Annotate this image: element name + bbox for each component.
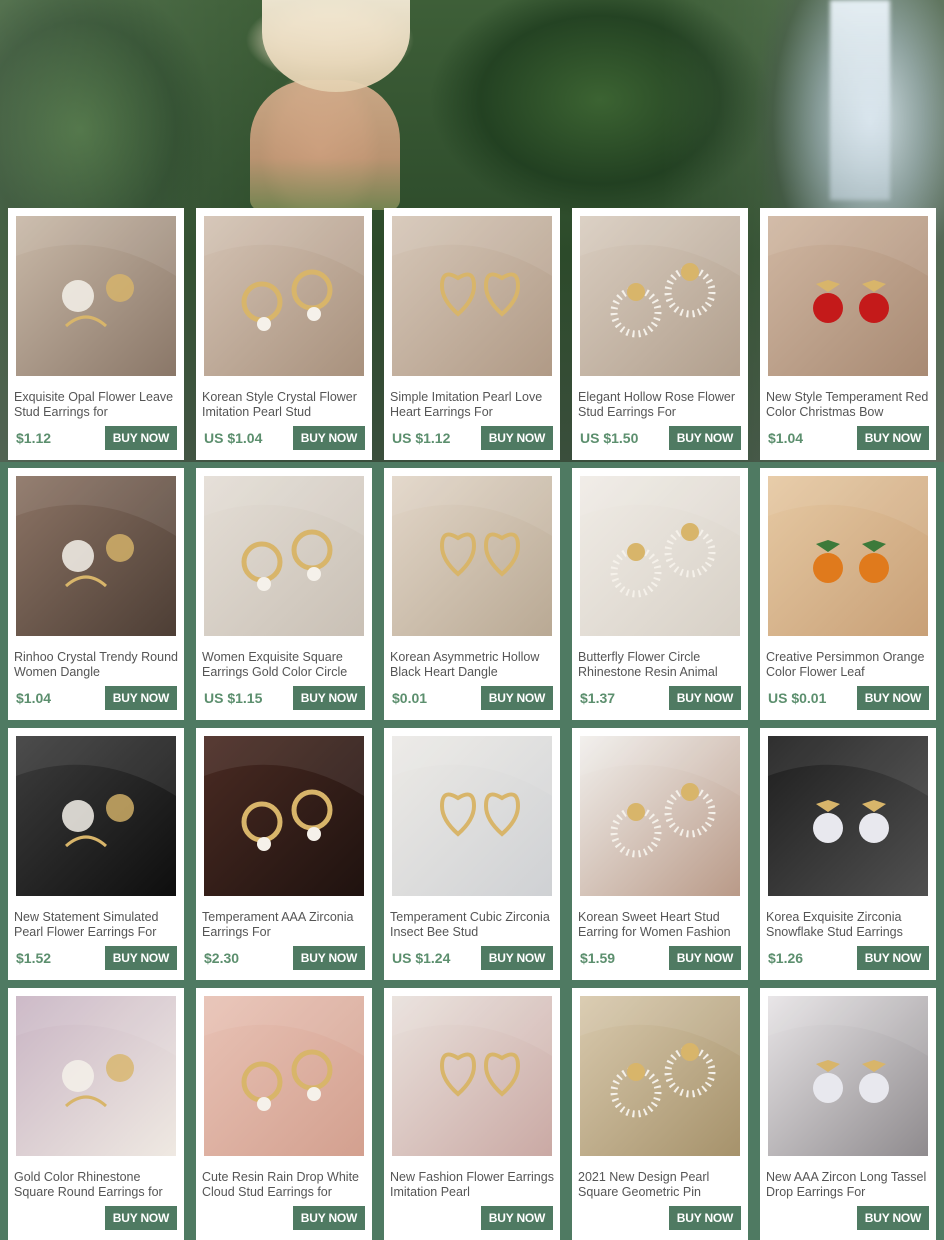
product-price: US $1.12 — [392, 430, 451, 446]
butterfly-flower-earring-photo[interactable] — [580, 476, 740, 636]
product-price: $1.52 — [16, 950, 52, 966]
buy-now-button[interactable]: BUY NOW — [105, 686, 177, 710]
crystal-flower-pearl-earring-photo[interactable] — [204, 216, 364, 376]
product-grid: Exquisite Opal Flower Leave Stud Earring… — [8, 208, 936, 1240]
zirconia-swirl-earring-photo[interactable] — [204, 736, 364, 896]
buy-now-button[interactable]: BUY NOW — [293, 946, 365, 970]
buy-now-button[interactable]: BUY NOW — [293, 1206, 365, 1230]
product-card[interactable]: Women Exquisite Square Earrings Gold Col… — [196, 468, 372, 720]
product-price: US $1.15 — [204, 690, 263, 706]
product-card[interactable]: Korean Style Crystal Flower Imitation Pe… — [196, 208, 372, 460]
buy-now-button[interactable]: BUY NOW — [857, 426, 929, 450]
product-card[interactable]: New AAA Zircon Long Tassel Drop Earrings… — [760, 988, 936, 1240]
buy-now-button[interactable]: BUY NOW — [293, 426, 365, 450]
product-title[interactable]: Temperament Cubic Zirconia Insect Bee St… — [390, 910, 558, 940]
product-title[interactable]: Elegant Hollow Rose Flower Stud Earrings… — [578, 390, 746, 420]
product-card[interactable]: Korean Sweet Heart Stud Earring for Wome… — [572, 728, 748, 980]
product-card[interactable]: New Fashion Flower Earrings Imitation Pe… — [384, 988, 560, 1240]
product-price: $2.30 — [204, 950, 240, 966]
product-title[interactable]: Simple Imitation Pearl Love Heart Earrin… — [390, 390, 558, 420]
black-heart-dangle-photo[interactable] — [392, 476, 552, 636]
product-card[interactable]: Elegant Hollow Rose Flower Stud Earrings… — [572, 208, 748, 460]
product-price: US $0.01 — [768, 690, 827, 706]
product-title[interactable]: New Statement Simulated Pearl Flower Ear… — [14, 910, 182, 940]
product-title[interactable]: New AAA Zircon Long Tassel Drop Earrings… — [766, 1170, 934, 1200]
product-price: $1.59 — [580, 950, 616, 966]
product-title[interactable]: Korean Sweet Heart Stud Earring for Wome… — [578, 910, 746, 940]
product-price: $1.04 — [768, 430, 804, 446]
product-card[interactable]: Gold Color Rhinestone Square Round Earri… — [8, 988, 184, 1240]
product-title[interactable]: Women Exquisite Square Earrings Gold Col… — [202, 650, 370, 680]
product-card[interactable]: Temperament Cubic Zirconia Insect Bee St… — [384, 728, 560, 980]
product-card[interactable]: 2021 New Design Pearl Square Geometric P… — [572, 988, 748, 1240]
snowflake-stud-earring-photo[interactable] — [768, 736, 928, 896]
bow-pearl-dangle-photo[interactable] — [16, 476, 176, 636]
persimmon-earring-photo[interactable] — [768, 476, 928, 636]
buy-now-button[interactable]: BUY NOW — [481, 946, 553, 970]
product-card[interactable]: Butterfly Flower Circle Rhinestone Resin… — [572, 468, 748, 720]
product-card[interactable]: New Style Temperament Red Color Christma… — [760, 208, 936, 460]
red-bow-earring-photo[interactable] — [768, 216, 928, 376]
product-title[interactable]: New Style Temperament Red Color Christma… — [766, 390, 934, 420]
gold-square-earring-photo[interactable] — [204, 476, 364, 636]
product-price: US $1.24 — [392, 950, 451, 966]
banner-model — [250, 80, 400, 210]
product-price: $1.26 — [768, 950, 804, 966]
opal-flower-earring-photo[interactable] — [16, 216, 176, 376]
buy-now-button[interactable]: BUY NOW — [669, 426, 741, 450]
product-title[interactable]: Korean Style Crystal Flower Imitation Pe… — [202, 390, 370, 420]
product-card[interactable]: Creative Persimmon Orange Color Flower L… — [760, 468, 936, 720]
pearl-pin-earring-photo[interactable] — [580, 996, 740, 1156]
product-title[interactable]: Creative Persimmon Orange Color Flower L… — [766, 650, 934, 680]
buy-now-button[interactable]: BUY NOW — [857, 686, 929, 710]
product-title[interactable]: 2021 New Design Pearl Square Geometric P… — [578, 1170, 746, 1200]
product-price: $1.12 — [16, 430, 52, 446]
product-card[interactable]: Korean Asymmetric Hollow Black Heart Dan… — [384, 468, 560, 720]
cloud-raindrop-earring-photo[interactable] — [204, 996, 364, 1156]
heart-ear-jacket-photo[interactable] — [580, 736, 740, 896]
product-title[interactable]: New Fashion Flower Earrings Imitation Pe… — [390, 1170, 558, 1200]
product-card[interactable]: Cute Resin Rain Drop White Cloud Stud Ea… — [196, 988, 372, 1240]
buy-now-button[interactable]: BUY NOW — [105, 1206, 177, 1230]
buy-now-button[interactable]: BUY NOW — [669, 1206, 741, 1230]
buy-now-button[interactable]: BUY NOW — [105, 946, 177, 970]
product-title[interactable]: Exquisite Opal Flower Leave Stud Earring… — [14, 390, 182, 420]
product-price: $1.04 — [16, 690, 52, 706]
product-price: US $1.04 — [204, 430, 263, 446]
product-card[interactable]: Rinhoo Crystal Trendy Round Women Dangle… — [8, 468, 184, 720]
bee-stud-earring-photo[interactable] — [392, 736, 552, 896]
pearl-heart-earring-photo[interactable] — [392, 216, 552, 376]
product-title[interactable]: Temperament AAA Zirconia Earrings For — [202, 910, 370, 940]
product-title[interactable]: Cute Resin Rain Drop White Cloud Stud Ea… — [202, 1170, 370, 1200]
product-title[interactable]: Korea Exquisite Zirconia Snowflake Stud … — [766, 910, 934, 940]
zircon-tassel-earring-photo[interactable] — [768, 996, 928, 1156]
buy-now-button[interactable]: BUY NOW — [293, 686, 365, 710]
product-title[interactable]: Butterfly Flower Circle Rhinestone Resin… — [578, 650, 746, 680]
buy-now-button[interactable]: BUY NOW — [669, 686, 741, 710]
product-card[interactable]: Simple Imitation Pearl Love Heart Earrin… — [384, 208, 560, 460]
buy-now-button[interactable]: BUY NOW — [481, 1206, 553, 1230]
product-card[interactable]: Temperament AAA Zirconia Earrings For $2… — [196, 728, 372, 980]
product-price: $1.37 — [580, 690, 616, 706]
buy-now-button[interactable]: BUY NOW — [481, 426, 553, 450]
product-card[interactable]: Korea Exquisite Zirconia Snowflake Stud … — [760, 728, 936, 980]
product-title[interactable]: Korean Asymmetric Hollow Black Heart Dan… — [390, 650, 558, 680]
product-card[interactable]: Exquisite Opal Flower Leave Stud Earring… — [8, 208, 184, 460]
buy-now-button[interactable]: BUY NOW — [857, 946, 929, 970]
flower-stud-earring-photo[interactable] — [392, 996, 552, 1156]
buy-now-button[interactable]: BUY NOW — [857, 1206, 929, 1230]
product-price: $0.01 — [392, 690, 428, 706]
buy-now-button[interactable]: BUY NOW — [669, 946, 741, 970]
banner-waterfall — [830, 0, 890, 200]
product-title[interactable]: Gold Color Rhinestone Square Round Earri… — [14, 1170, 182, 1200]
buy-now-button[interactable]: BUY NOW — [481, 686, 553, 710]
product-card[interactable]: New Statement Simulated Pearl Flower Ear… — [8, 728, 184, 980]
product-title[interactable]: Rinhoo Crystal Trendy Round Women Dangle — [14, 650, 182, 680]
product-price: US $1.50 — [580, 430, 639, 446]
rose-pearl-earring-photo[interactable] — [580, 216, 740, 376]
gold-rhinestone-square-photo[interactable] — [16, 996, 176, 1156]
buy-now-button[interactable]: BUY NOW — [105, 426, 177, 450]
pearl-flower-earring-photo[interactable] — [16, 736, 176, 896]
